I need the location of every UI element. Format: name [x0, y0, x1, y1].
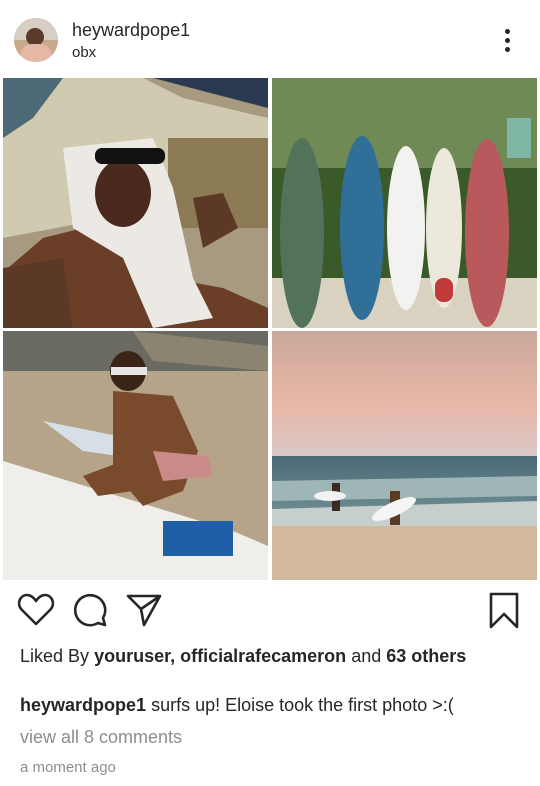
caption-username[interactable]: heywardpope1 [20, 695, 146, 715]
likes-others[interactable]: others [411, 646, 466, 666]
post-header: heywardpope1 obx [0, 0, 540, 78]
heart-icon[interactable] [16, 590, 56, 630]
paper-plane-icon[interactable] [124, 590, 164, 630]
caption-text: surfs up! Eloise took the first photo >:… [151, 695, 454, 715]
photo-boat[interactable] [3, 78, 268, 328]
view-comments-link[interactable]: view all 8 comments [20, 727, 182, 748]
photo-surfboards[interactable] [272, 78, 537, 328]
post-username[interactable]: heywardpope1 [72, 20, 190, 41]
bookmark-icon[interactable] [484, 590, 524, 630]
post-location[interactable]: obx [72, 44, 96, 61]
comment-bubble-icon[interactable] [70, 590, 110, 630]
liked-by-names[interactable]: youruser, officialrafecameron [94, 646, 346, 666]
photo-ocean-sunset[interactable] [272, 331, 537, 580]
more-options-icon[interactable] [498, 26, 518, 56]
post-timestamp: a moment ago [20, 759, 116, 776]
action-bar [0, 590, 540, 634]
likes-summary[interactable]: Liked By youruser, officialrafecameron a… [20, 645, 520, 668]
likes-count[interactable]: 63 [386, 646, 406, 666]
post-caption: heywardpope1 surfs up! Eloise took the f… [20, 694, 530, 717]
photo-beach-board[interactable] [3, 331, 268, 580]
avatar[interactable] [14, 18, 58, 62]
photo-grid[interactable] [0, 78, 540, 580]
